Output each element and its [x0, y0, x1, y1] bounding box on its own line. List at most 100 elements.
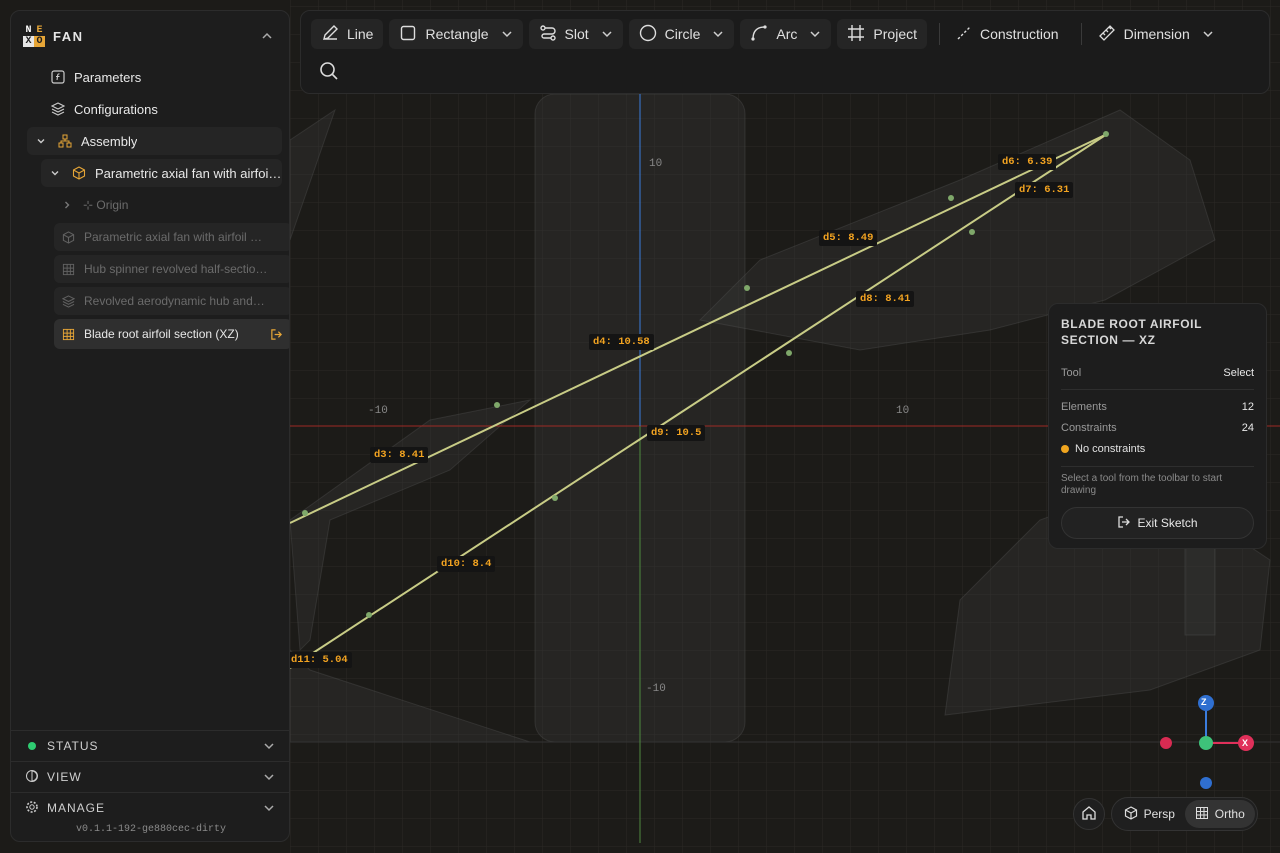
rectangle-icon — [399, 24, 417, 45]
elements-value: 12 — [1241, 400, 1254, 413]
tool-project[interactable]: Project — [837, 19, 927, 49]
ruler-icon — [1098, 24, 1116, 45]
toolbar-divider — [1080, 23, 1082, 45]
axis-tick-y-top: 10 — [649, 158, 663, 170]
app-title: FAN — [53, 28, 84, 44]
cube-icon — [1124, 805, 1138, 823]
ortho-button[interactable]: Ortho — [1184, 800, 1255, 828]
gizmo-x-label: X — [1242, 738, 1249, 748]
sketch-point — [494, 402, 500, 408]
sketch-point — [552, 495, 558, 501]
grid-icon — [1195, 806, 1209, 823]
sidebar-item-label: Configurations — [74, 101, 158, 117]
dimension-label[interactable]: d5: 8.49 — [819, 230, 878, 246]
section-manage[interactable]: MANAGE — [11, 792, 289, 823]
section-view[interactable]: VIEW — [11, 761, 289, 792]
tool-arc-label: Arc — [776, 26, 798, 42]
cube-icon — [71, 165, 87, 181]
tool-circle[interactable]: Circle — [628, 19, 735, 49]
home-icon — [1081, 805, 1097, 824]
section-manage-label: MANAGE — [47, 801, 106, 815]
constraints-label: Constraints — [1061, 421, 1117, 434]
dimension-label[interactable]: d7: 6.31 — [1015, 182, 1074, 198]
sidebar-item-label: Revolved aerodynamic hub and… — [84, 294, 265, 308]
panel-title: BLADE ROOT AIRFOIL SECTION — XZ — [1061, 317, 1202, 347]
exit-sketch-icon[interactable] — [268, 326, 284, 342]
tool-arc[interactable]: Arc — [740, 19, 832, 49]
dimension-label[interactable]: d11: 5.04 — [287, 652, 352, 668]
sidebar-item-parameters[interactable]: Parameters — [44, 63, 282, 91]
sidebar-item-label: Blade root airfoil section (XZ) — [84, 327, 239, 341]
chevron-down-icon[interactable] — [501, 28, 513, 40]
sketch-toolbar: Line Rectangle Slot Circle Arc Project C… — [300, 10, 1270, 94]
tool-project-label: Project — [873, 26, 917, 42]
panel-row-elements: Elements 12 — [1061, 396, 1254, 417]
chevron-down-icon[interactable] — [1202, 28, 1214, 40]
elements-label: Elements — [1061, 400, 1107, 413]
dimension-label[interactable]: d6: 6.39 — [998, 154, 1057, 170]
tool-rectangle[interactable]: Rectangle — [389, 19, 523, 49]
sidebar-item-feature[interactable]: Parametric axial fan with airfoil … — [54, 223, 289, 251]
sketch-point — [1103, 131, 1109, 137]
chevron-up-icon[interactable] — [259, 28, 275, 44]
section-status[interactable]: STATUS — [11, 730, 289, 761]
tool-line[interactable]: Line — [311, 19, 384, 49]
dimension-label[interactable]: d10: 8.4 — [437, 556, 496, 572]
section-status-label: STATUS — [47, 739, 99, 753]
grid-icon — [60, 326, 76, 342]
sidebar-item-assembly[interactable]: Assembly — [27, 127, 282, 155]
chevron-right-icon[interactable] — [59, 197, 75, 213]
sidebar: N E X O FAN Parameters Configurations As… — [10, 10, 290, 842]
axis-tick-x-right: 10 — [896, 405, 910, 417]
search-icon[interactable] — [319, 61, 341, 83]
tool-slot-label: Slot — [564, 26, 589, 42]
chevron-down-icon[interactable] — [809, 28, 821, 40]
tool-construction[interactable]: Construction — [946, 19, 1069, 49]
tool-dimension[interactable]: Dimension — [1088, 19, 1224, 49]
sidebar-item-feature[interactable]: Revolved aerodynamic hub and… — [54, 287, 289, 315]
sidebar-item-origin[interactable]: ⊹ Origin — [53, 191, 282, 219]
constraints-value: 24 — [1241, 421, 1254, 434]
ortho-label: Ortho — [1214, 807, 1245, 821]
cube-icon — [60, 229, 76, 245]
chevron-down-icon[interactable] — [33, 133, 49, 149]
chevron-down-icon[interactable] — [601, 28, 613, 40]
sketch-point — [786, 350, 792, 356]
dimension-label[interactable]: d9: 10.5 — [647, 425, 706, 441]
sidebar-item-label: ⊹ Origin — [83, 198, 129, 212]
chevron-down-icon[interactable] — [712, 28, 724, 40]
project-icon — [847, 24, 865, 45]
sketch-info-panel: BLADE ROOT AIRFOIL SECTION — XZ Tool Sel… — [1048, 303, 1267, 549]
view-icon — [25, 769, 39, 786]
dimension-label[interactable]: d3: 8.41 — [370, 447, 429, 463]
exit-icon — [1117, 515, 1131, 532]
sidebar-item-feature[interactable]: Hub spinner revolved half-sectio… — [54, 255, 289, 283]
chevron-down-icon[interactable] — [261, 769, 277, 785]
sidebar-item-active-sketch[interactable]: Blade root airfoil section (XZ) — [54, 319, 289, 349]
layers-icon — [60, 293, 76, 309]
gizmo-neg-z — [1200, 777, 1212, 789]
tool-slot[interactable]: Slot — [528, 19, 623, 49]
dimension-label[interactable]: d4: 10.58 — [589, 334, 654, 350]
persp-button[interactable]: Persp — [1114, 800, 1185, 828]
axis-tick-y-bottom: -10 — [646, 683, 666, 695]
gizmo-neg-x — [1160, 737, 1172, 749]
sketch-point — [366, 612, 372, 618]
chevron-down-icon[interactable] — [47, 165, 63, 181]
toolbar-divider — [939, 23, 940, 45]
panel-hint: Select a tool from the toolbar to start … — [1061, 473, 1223, 496]
chevron-down-icon[interactable] — [261, 800, 277, 816]
dimension-label[interactable]: d8: 8.41 — [856, 291, 915, 307]
sidebar-item-configurations[interactable]: Configurations — [44, 95, 282, 123]
sidebar-item-label: Hub spinner revolved half-sectio… — [84, 262, 268, 276]
sidebar-item-label: Parametric axial fan with airfoil … — [84, 230, 263, 244]
exit-sketch-button[interactable]: Exit Sketch — [1061, 507, 1254, 539]
sidebar-header: N E X O FAN — [11, 11, 289, 61]
origin-icon: ⊹ — [83, 198, 97, 212]
constraint-status: No constraints — [1061, 438, 1254, 460]
chevron-down-icon[interactable] — [261, 738, 277, 754]
home-view-button[interactable] — [1073, 798, 1105, 830]
sidebar-item-label: Parametric axial fan with airfoil … — [95, 165, 282, 181]
status-dot — [28, 742, 36, 750]
sidebar-item-fan-part[interactable]: Parametric axial fan with airfoil … — [41, 159, 282, 187]
